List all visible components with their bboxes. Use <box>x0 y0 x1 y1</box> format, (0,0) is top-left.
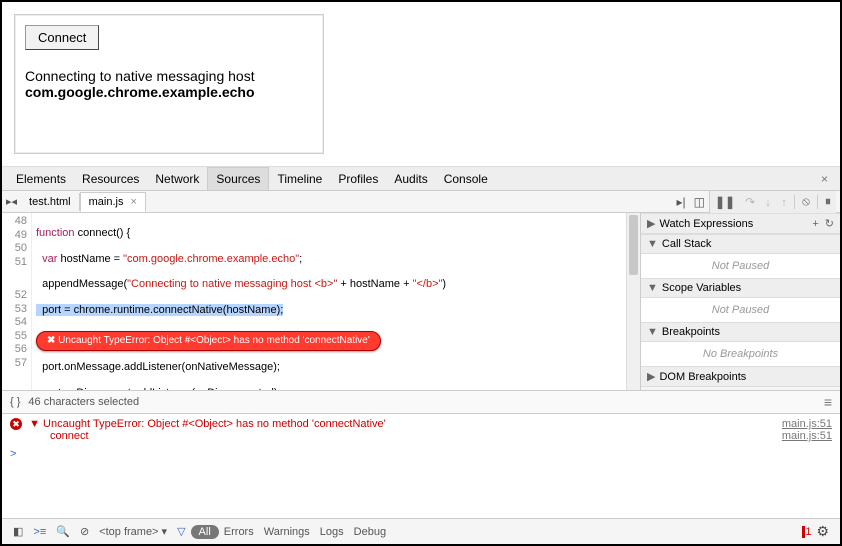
filter-icon[interactable]: ▽ <box>172 525 190 538</box>
line-gutter: 48 49 50 51 52 53 54 55 56 57 <box>2 213 32 390</box>
code-editor[interactable]: 48 49 50 51 52 53 54 55 56 57 function c… <box>2 213 640 390</box>
source-link[interactable]: main.js:51 <box>782 418 832 430</box>
pause-on-exceptions-icon[interactable]: ⏸ <box>820 194 836 209</box>
debugger-toolbar: ❚❚ ↷ ↓ ↑ ⦸ ⏸ <box>709 191 836 213</box>
clear-icon[interactable]: ⊘ <box>75 525 94 538</box>
tab-audits[interactable]: Audits <box>386 168 435 190</box>
search-icon[interactable]: 🔍 <box>51 525 75 538</box>
navigator-toggle-icon[interactable]: ▸◂ <box>6 195 17 208</box>
triangle-down-icon: ▼ <box>647 326 658 338</box>
dock-icon[interactable]: ◧ <box>8 525 28 538</box>
toggle-sidebar-icon[interactable]: ◫ <box>690 195 709 209</box>
file-tab-main-js[interactable]: main.js × <box>80 192 146 212</box>
scope-body: Not Paused <box>641 298 840 322</box>
filter-warnings[interactable]: Warnings <box>259 526 315 538</box>
frame-selector[interactable]: <top frame> ▾ <box>94 525 172 538</box>
sources-body: 48 49 50 51 52 53 54 55 56 57 function c… <box>2 213 840 391</box>
menu-icon[interactable]: ≡ <box>824 394 832 410</box>
demo-panel: Connect Connecting to native messaging h… <box>14 14 324 154</box>
console-panel[interactable]: ✖ ▼ Uncaught TypeError: Object #<Object>… <box>2 414 840 518</box>
tab-resources[interactable]: Resources <box>74 168 147 190</box>
file-tab-bar: ▸◂ test.html main.js × ▸| ◫ ❚❚ ↷ ↓ ↑ ⦸ ⏸ <box>2 191 840 213</box>
triangle-right-icon: ▶ <box>647 370 655 383</box>
filter-all[interactable]: All <box>191 525 219 539</box>
devtools-panel-tabs: Elements Resources Network Sources Timel… <box>2 167 840 191</box>
tab-elements[interactable]: Elements <box>8 168 74 190</box>
triangle-down-icon: ▼ <box>647 282 658 294</box>
console-error-message: Uncaught TypeError: Object #<Object> has… <box>43 418 386 430</box>
triangle-right-icon: ▶ <box>647 217 655 230</box>
breakpoints-header[interactable]: ▼ Breakpoints <box>641 322 840 342</box>
console-prompt[interactable]: > <box>10 448 832 460</box>
tab-console[interactable]: Console <box>436 168 496 190</box>
watch-expressions-header[interactable]: ▶ Watch Expressions + ↻ <box>641 213 840 234</box>
call-stack-body: Not Paused <box>641 254 840 278</box>
error-count[interactable]: !1 <box>802 526 811 538</box>
scope-variables-header[interactable]: ▼ Scope Variables <box>641 278 840 298</box>
pause-icon[interactable]: ❚❚ <box>710 195 740 209</box>
error-icon: ✖ <box>10 418 22 430</box>
connect-button[interactable]: Connect <box>25 25 99 50</box>
triangle-down-icon: ▼ <box>647 238 658 250</box>
call-stack-header[interactable]: ▼ Call Stack <box>641 234 840 254</box>
page-content: Connect Connecting to native messaging h… <box>2 2 840 167</box>
selection-status: 46 characters selected <box>28 396 139 408</box>
refresh-icon[interactable]: ↻ <box>825 217 834 230</box>
filter-logs[interactable]: Logs <box>315 526 349 538</box>
breakpoints-body: No Breakpoints <box>641 342 840 366</box>
tab-sources[interactable]: Sources <box>207 167 269 190</box>
status-text: Connecting to native messaging host <box>25 68 255 84</box>
editor-status-bar: { } 46 characters selected ≡ <box>2 391 840 414</box>
code-content[interactable]: function connect() { var hostName = "com… <box>32 213 640 390</box>
step-into-icon[interactable]: ↓ <box>760 195 776 209</box>
tab-network[interactable]: Network <box>147 168 207 190</box>
dom-breakpoints-header[interactable]: ▶ DOM Breakpoints <box>641 366 840 387</box>
close-tab-icon[interactable]: × <box>131 196 137 208</box>
format-icon[interactable]: ▸| <box>673 195 690 209</box>
console-toolbar: ◧ >≡ 🔍 ⊘ <top frame> ▾ ▽ All Errors Warn… <box>2 518 840 544</box>
inline-error-bubble: Uncaught TypeError: Object #<Object> has… <box>36 331 381 351</box>
step-over-icon[interactable]: ↷ <box>740 195 760 209</box>
stack-frame[interactable]: connect <box>50 430 89 442</box>
source-link[interactable]: main.js:51 <box>782 430 832 442</box>
triangle-down-icon[interactable]: ▼ <box>29 418 40 430</box>
close-icon[interactable]: × <box>815 172 834 186</box>
gear-icon[interactable]: ⚙ <box>811 523 834 540</box>
scrollbar-vertical[interactable] <box>626 213 640 390</box>
filter-debug[interactable]: Debug <box>349 526 391 538</box>
braces-icon[interactable]: { } <box>10 396 20 408</box>
add-icon[interactable]: + <box>812 218 818 230</box>
show-console-icon[interactable]: >≡ <box>28 526 51 538</box>
tab-profiles[interactable]: Profiles <box>330 168 386 190</box>
deactivate-breakpoints-icon[interactable]: ⦸ <box>797 194 815 209</box>
filter-errors[interactable]: Errors <box>219 526 259 538</box>
file-tab-test-html[interactable]: test.html <box>21 193 80 211</box>
host-name: com.google.chrome.example.echo <box>25 84 255 100</box>
debugger-sidebar: ▶ Watch Expressions + ↻ ▼ Call Stack Not… <box>640 213 840 390</box>
step-out-icon[interactable]: ↑ <box>776 195 792 209</box>
tab-timeline[interactable]: Timeline <box>269 168 330 190</box>
